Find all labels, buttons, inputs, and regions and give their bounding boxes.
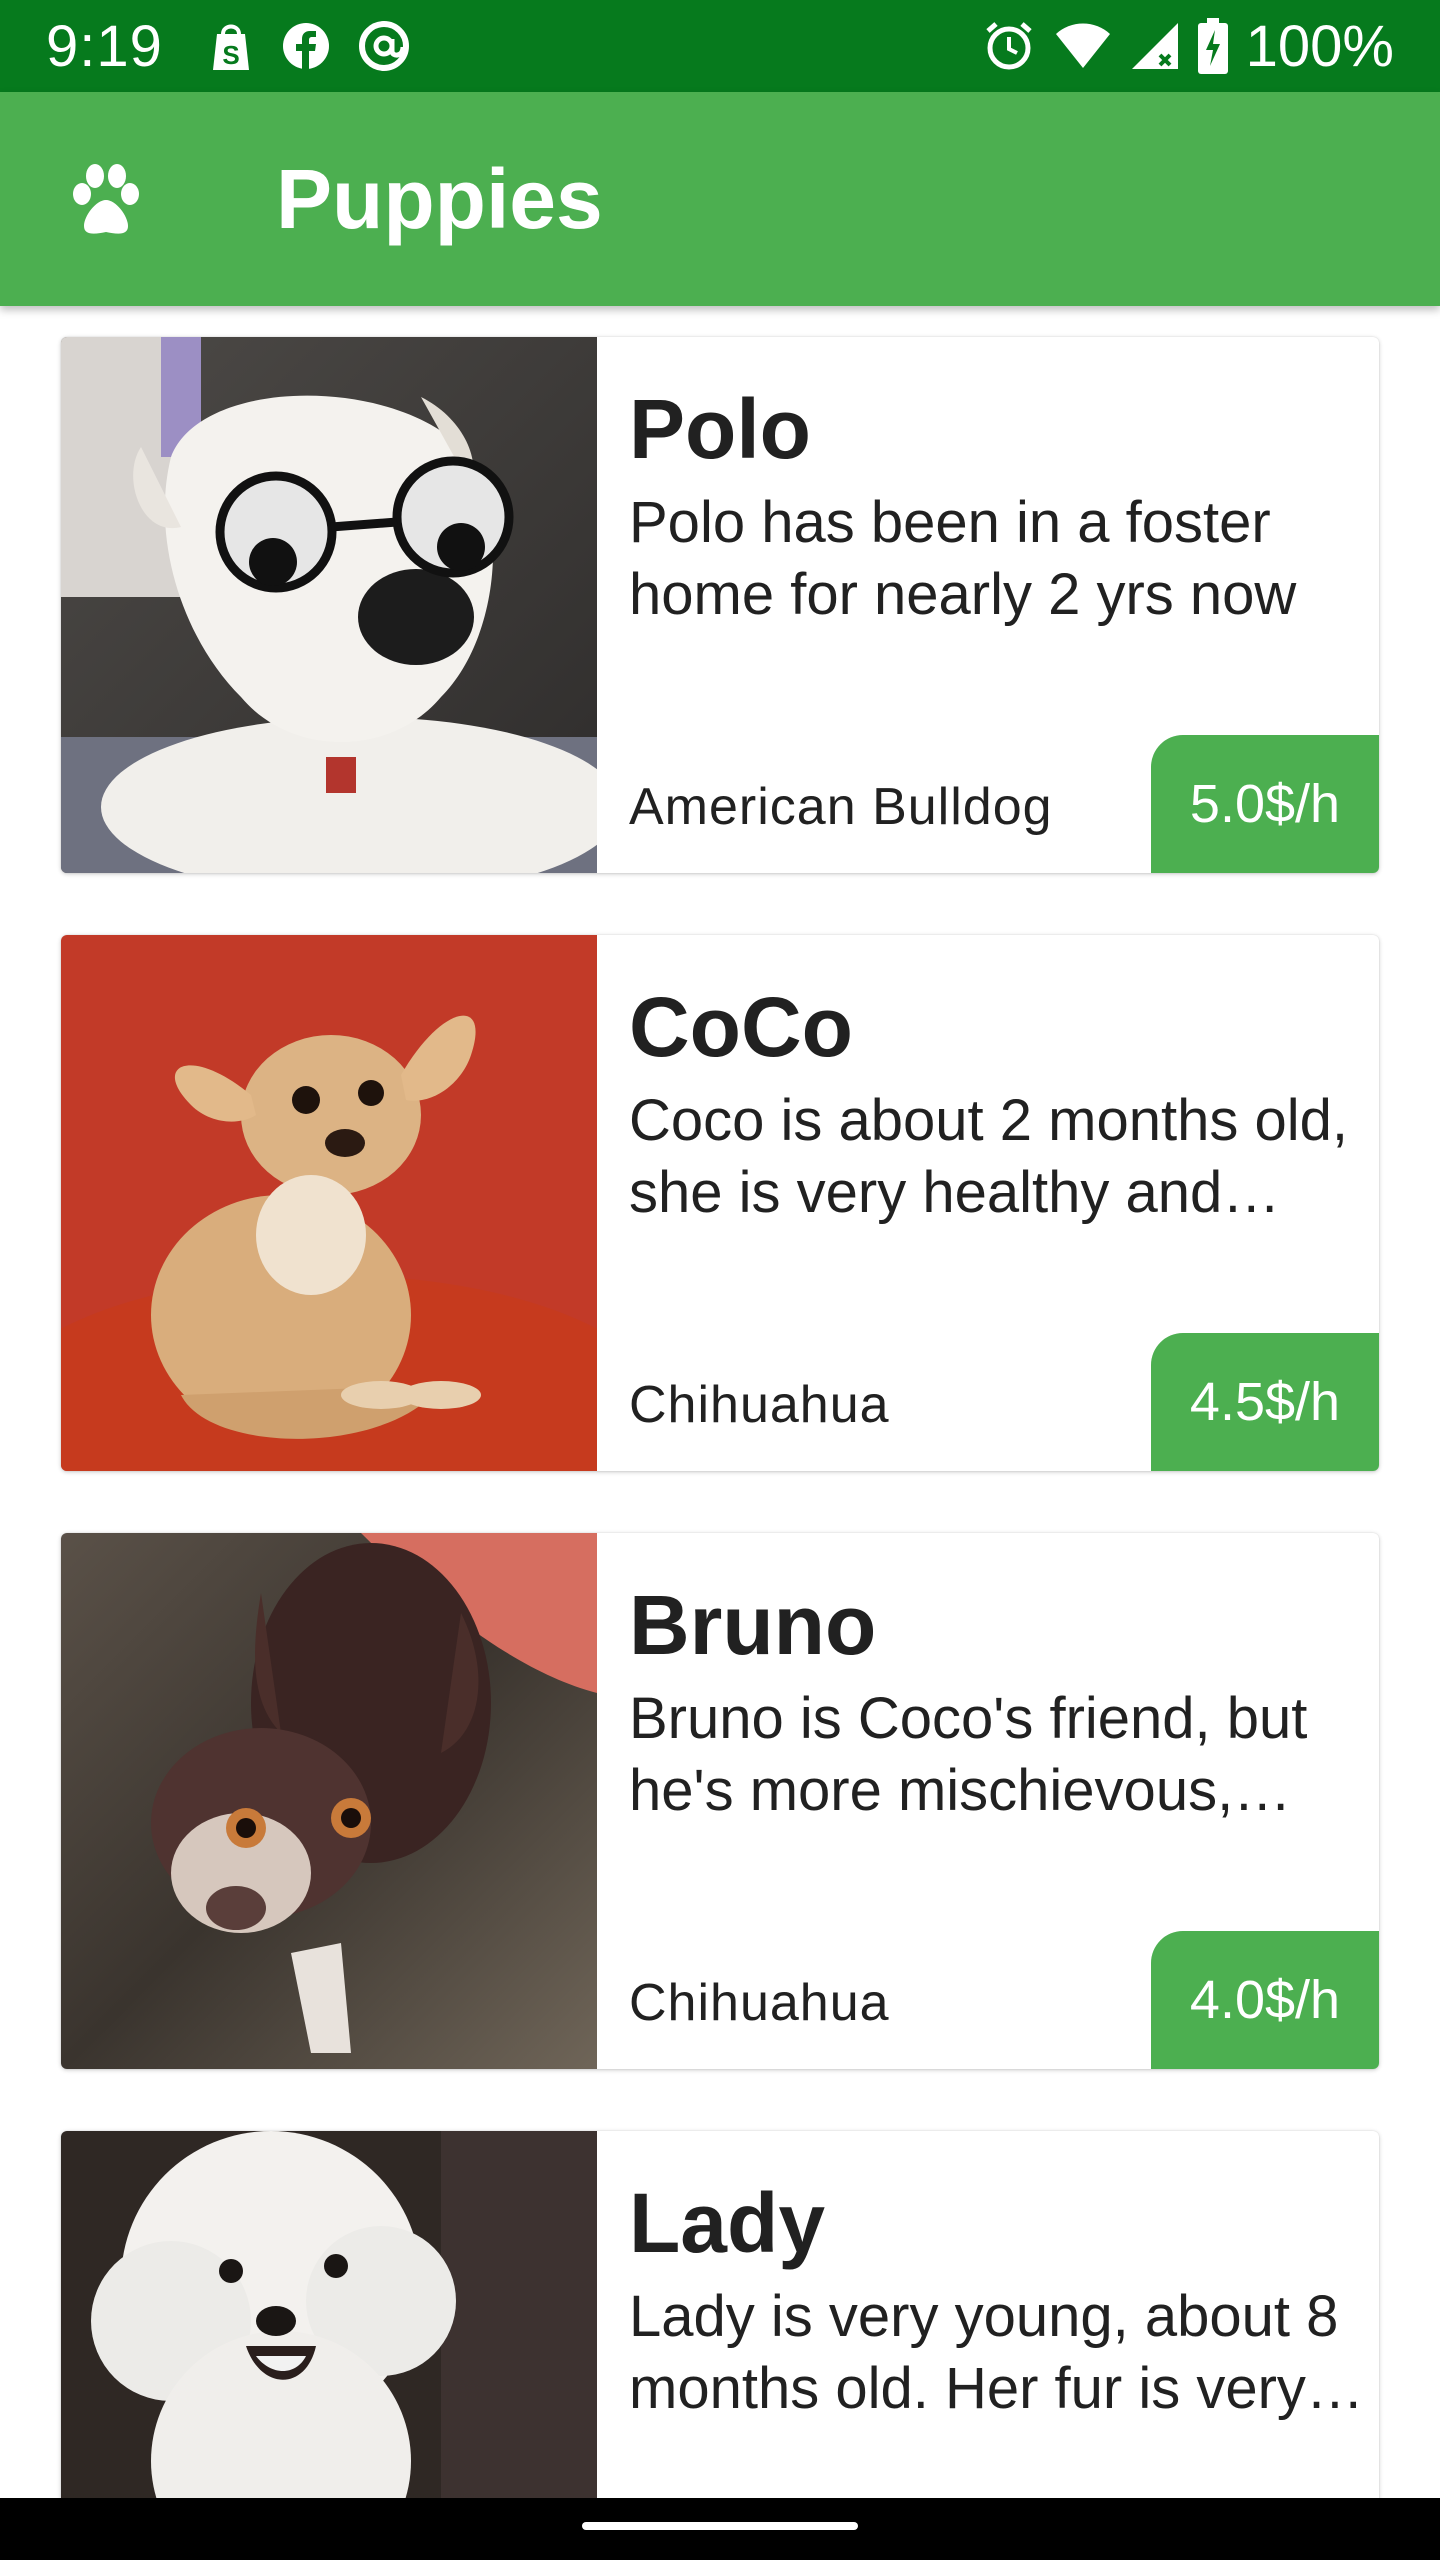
puppy-photo bbox=[61, 2131, 597, 2498]
price-badge: 4.0$/h bbox=[1151, 1931, 1379, 2069]
navigation-bar bbox=[0, 2498, 1440, 2560]
puppy-breed: American Bulldog bbox=[629, 778, 1053, 836]
status-bar: 9:19 S 100% bbox=[0, 0, 1440, 92]
puppy-card-polo[interactable]: Polo Polo has been in a foster home for … bbox=[61, 337, 1379, 873]
puppy-breed: Chihuahua bbox=[629, 1376, 890, 1434]
puppy-description: Coco is about 2 months old, she is very … bbox=[629, 1088, 1348, 1225]
status-system-icons: 100% bbox=[982, 13, 1394, 80]
status-notification-icons: S bbox=[207, 19, 411, 73]
status-time: 9:19 bbox=[46, 13, 163, 79]
alarm-icon bbox=[986, 22, 1032, 70]
puppy-card-coco[interactable]: CoCo Coco is about 2 months old, she is … bbox=[61, 935, 1379, 1471]
puppy-name: Bruno bbox=[629, 1578, 877, 1672]
price-badge: 5.0$/h bbox=[1151, 735, 1379, 873]
wifi-icon bbox=[1055, 23, 1110, 68]
price-badge: 4.5$/h bbox=[1151, 1333, 1379, 1471]
puppy-name: Polo bbox=[629, 382, 811, 476]
puppy-description: Bruno is Coco's friend, but he's more mi… bbox=[629, 1686, 1308, 1823]
app-bar: Puppies bbox=[0, 92, 1440, 306]
puppy-photo bbox=[61, 1533, 597, 2069]
battery-charging-icon bbox=[1197, 18, 1228, 74]
svg-text:S: S bbox=[222, 40, 239, 70]
puppy-photo bbox=[61, 337, 597, 873]
facebook-icon bbox=[282, 23, 329, 69]
puppy-description: Polo has been in a foster home for nearl… bbox=[629, 490, 1297, 627]
signal-icon bbox=[1131, 23, 1178, 69]
puppy-description: Lady is very young, about 8 months old. … bbox=[629, 2284, 1339, 2421]
home-gesture-handle[interactable] bbox=[582, 2522, 858, 2530]
paw-icon bbox=[73, 164, 139, 234]
shopping-bag-icon: S bbox=[212, 24, 249, 70]
app-title: Puppies bbox=[276, 152, 603, 246]
battery-percentage: 100% bbox=[1245, 13, 1394, 79]
puppy-name: CoCo bbox=[629, 980, 853, 1074]
at-sign-icon bbox=[358, 21, 409, 71]
puppy-name: Lady bbox=[629, 2176, 826, 2270]
puppy-card-lady[interactable]: Lady Lady is very young, about 8 months … bbox=[61, 2131, 1379, 2498]
puppy-photo bbox=[61, 935, 597, 1471]
puppy-breed: Chihuahua bbox=[629, 1974, 890, 2032]
puppy-card-bruno[interactable]: Bruno Bruno is Coco's friend, but he's m… bbox=[61, 1533, 1379, 2069]
puppy-list[interactable]: Polo Polo has been in a foster home for … bbox=[0, 306, 1440, 2498]
